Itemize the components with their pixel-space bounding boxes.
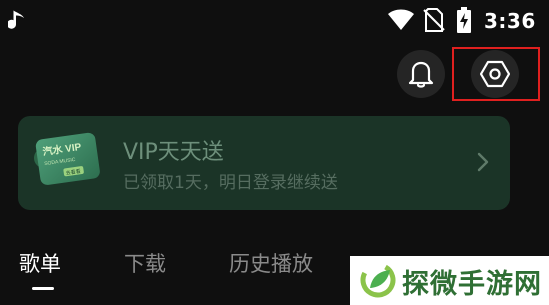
active-tab-indicator (32, 287, 54, 290)
chevron-right-icon (477, 152, 489, 172)
vip-title: VIP天天送 (123, 140, 224, 165)
watermark-text: 探微手游网 (402, 269, 542, 300)
tab-downloads[interactable]: 下载 (124, 248, 166, 278)
status-bar: 3:36 (0, 0, 549, 44)
battery-charging-icon (457, 7, 471, 33)
tab-playlists[interactable]: 歌单 (19, 248, 61, 278)
settings-hexagon-icon (480, 60, 510, 88)
bell-icon (408, 61, 434, 88)
watermark: 探微手游网 (350, 256, 549, 305)
vip-subtitle: 已领取1天，明日登录继续送 (123, 173, 338, 193)
wifi-icon (388, 9, 414, 30)
notifications-button[interactable] (397, 50, 445, 98)
settings-button[interactable] (471, 50, 519, 98)
vip-banner[interactable]: 汽水 VIP SODA MUSIC 去看看 VIP天天送 已领取1天，明日登录继… (18, 116, 510, 210)
leaf-logo-icon (360, 262, 396, 298)
no-sim-icon (423, 8, 445, 32)
tab-history[interactable]: 历史播放 (229, 248, 313, 278)
music-note-icon (8, 10, 24, 29)
clock: 3:36 (484, 9, 536, 33)
vip-card-image: 汽水 VIP SODA MUSIC 去看看 (34, 132, 100, 185)
